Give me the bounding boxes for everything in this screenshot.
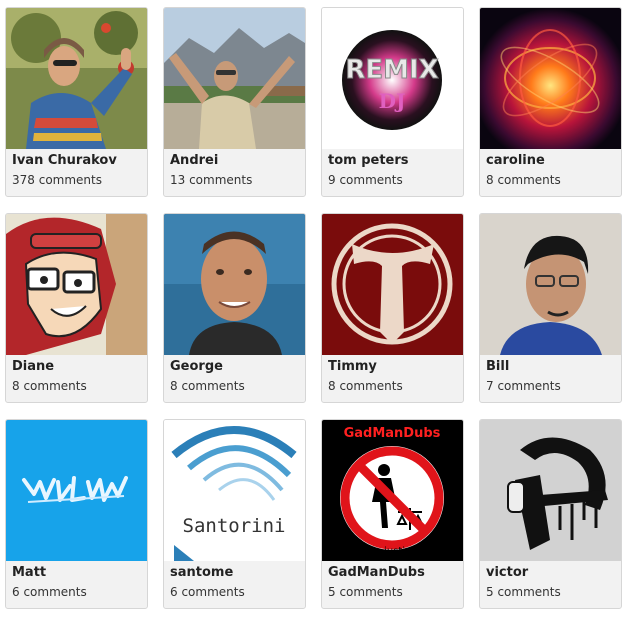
avatar[interactable]	[6, 8, 147, 149]
user-name[interactable]: Ivan Churakov	[12, 153, 117, 168]
santorini-logo-text: Santorini	[183, 515, 286, 537]
user-card[interactable]: Timmy 8 comments	[321, 213, 464, 403]
dj-logo-text: DJ	[379, 89, 406, 113]
user-card[interactable]: George 8 comments	[163, 213, 306, 403]
avatar[interactable]	[480, 214, 621, 355]
avatar[interactable]: REMIX DJ	[322, 8, 463, 149]
comment-count: 378 comments	[12, 173, 102, 187]
avatar[interactable]: Santorini	[164, 420, 305, 561]
user-card[interactable]: REMIX DJ tom peters 9 comments	[321, 7, 464, 197]
user-name[interactable]: Timmy	[328, 359, 377, 374]
user-name[interactable]: victor	[486, 565, 528, 580]
user-name[interactable]: santome	[170, 565, 233, 580]
user-name[interactable]: Bill	[486, 359, 509, 374]
comment-count: 6 comments	[12, 585, 87, 599]
comment-count: 13 comments	[170, 173, 253, 187]
user-name[interactable]: Matt	[12, 565, 46, 580]
avatar[interactable]	[480, 420, 621, 561]
user-card[interactable]: Ivan Churakov 378 comments	[5, 7, 148, 197]
gadmandubs-logo-text: GadManDubs	[344, 426, 441, 441]
comment-count: 5 comments	[328, 585, 403, 599]
avatar[interactable]	[480, 8, 621, 149]
remix-logo-text: REMIX	[345, 55, 438, 85]
comment-count: 8 comments	[328, 379, 403, 393]
user-card[interactable]: Diane 8 comments	[5, 213, 148, 403]
user-card[interactable]: caroline 8 comments	[479, 7, 622, 197]
user-name[interactable]: caroline	[486, 153, 545, 168]
avatar[interactable]	[164, 214, 305, 355]
user-card[interactable]: Matt 6 comments	[5, 419, 148, 609]
avatar[interactable]	[6, 214, 147, 355]
user-name[interactable]: GadManDubs	[328, 565, 425, 580]
comment-count: 6 comments	[170, 585, 245, 599]
user-name[interactable]: Andrei	[170, 153, 218, 168]
comment-count: 9 comments	[328, 173, 403, 187]
user-name[interactable]: George	[170, 359, 223, 374]
comment-count: 5 comments	[486, 585, 561, 599]
avatar[interactable]	[164, 8, 305, 149]
user-card[interactable]: Bill 7 comments	[479, 213, 622, 403]
user-card[interactable]: GadManDubs No justice GadManDubs 5 comme…	[321, 419, 464, 609]
user-name[interactable]: tom peters	[328, 153, 409, 168]
no-justice-text: No justice	[367, 546, 416, 557]
comment-count: 8 comments	[486, 173, 561, 187]
user-card[interactable]: Andrei 13 comments	[163, 7, 306, 197]
avatar[interactable]	[6, 420, 147, 561]
comment-count: 7 comments	[486, 379, 561, 393]
user-name[interactable]: Diane	[12, 359, 54, 374]
comment-count: 8 comments	[12, 379, 87, 393]
user-card[interactable]: Santorini santome 6 comments	[163, 419, 306, 609]
comment-count: 8 comments	[170, 379, 245, 393]
avatar[interactable]: GadManDubs No justice	[322, 420, 463, 561]
avatar[interactable]	[322, 214, 463, 355]
user-card[interactable]: victor 5 comments	[479, 419, 622, 609]
user-grid: Ivan Churakov 378 comments Andrei 13 com…	[5, 7, 622, 609]
